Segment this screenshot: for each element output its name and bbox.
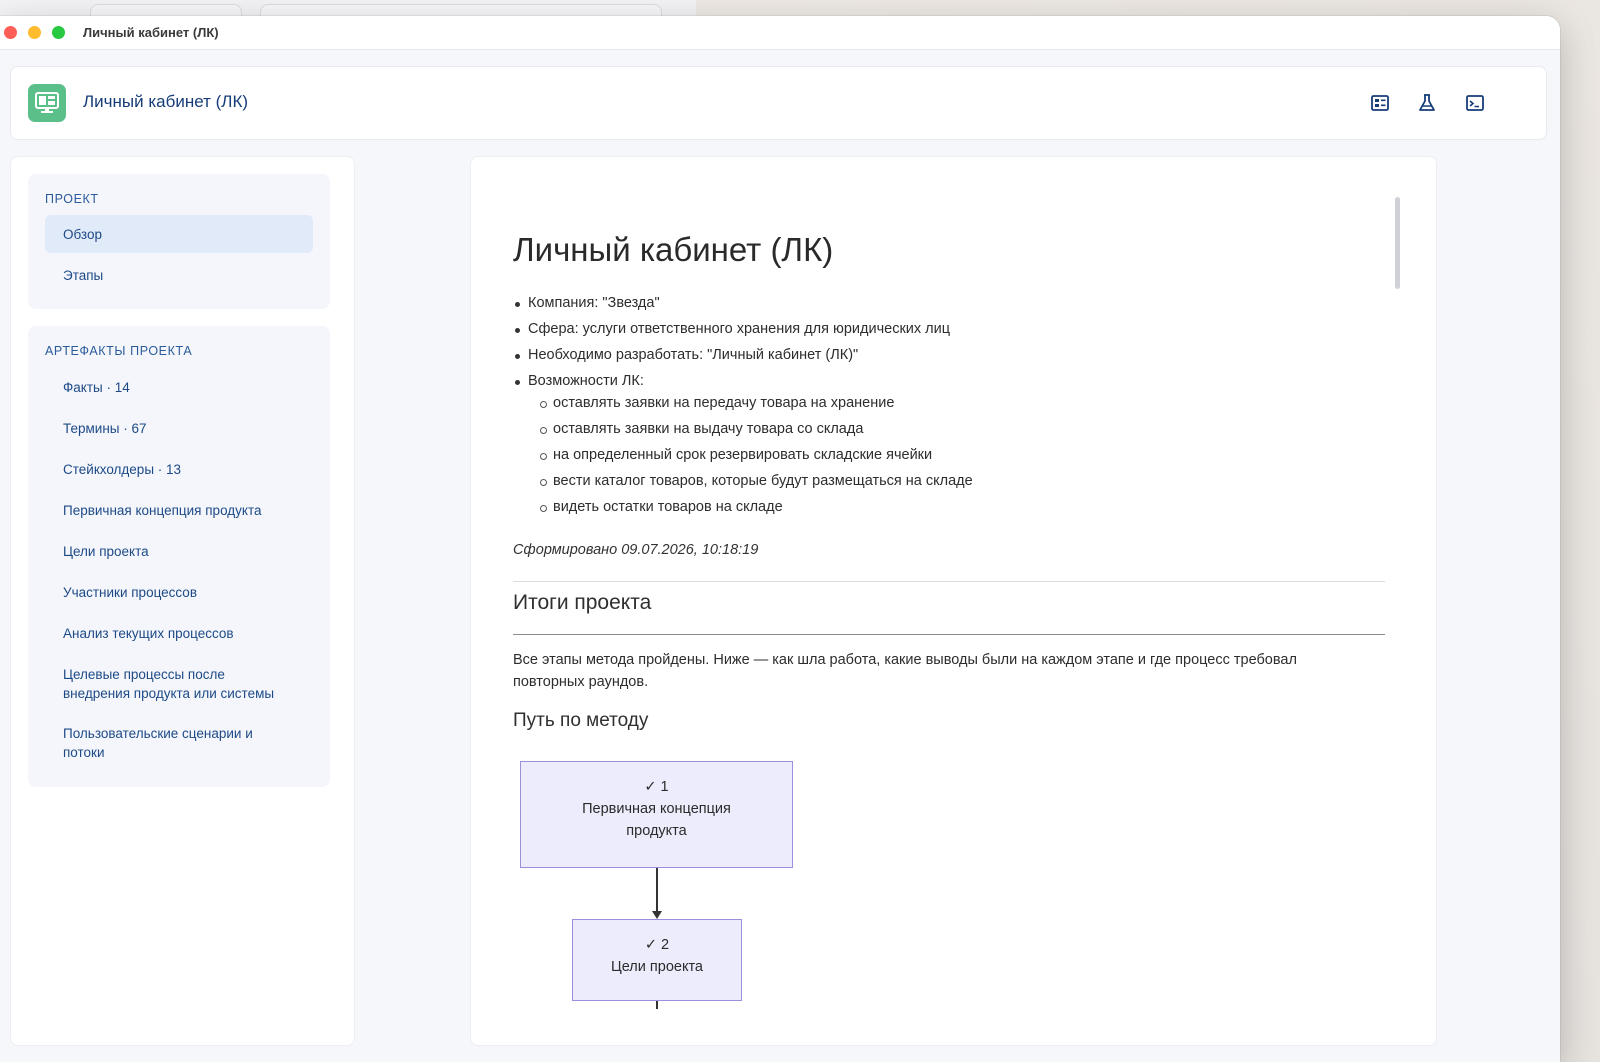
sub-list-item: оставлять заявки на передачу товара на х… — [540, 395, 894, 411]
artifacts-nav-group: АРТЕФАКТЫ ПРОЕКТА Факты · 14 Термины · 6… — [28, 326, 330, 787]
sidebar-item-label: Целевые процессы после внедрения продукт… — [63, 667, 275, 701]
sidebar-item-label: Обзор — [63, 227, 102, 242]
sidebar-item-label: Термины · 67 — [63, 421, 147, 436]
flow-step-number: ✓ 1 — [644, 779, 669, 795]
flow-arrow — [656, 1001, 658, 1009]
app-title: Личный кабинет (ЛК) — [83, 92, 249, 111]
flow-step-label: Цели проекта — [611, 959, 703, 975]
list-item: Сфера: услуги ответственного хранения дл… — [515, 321, 950, 337]
sidebar-item-label: Факты · 14 — [63, 380, 130, 395]
app-logo-icon — [28, 84, 66, 122]
zoom-window-button[interactable] — [52, 26, 65, 39]
sidebar-item-label: Этапы — [63, 268, 104, 283]
flow-step-label: Первичная концепция — [582, 801, 731, 817]
sub-list-item: видеть остатки товаров на складе — [540, 499, 783, 515]
document-title: Личный кабинет (ЛК) — [513, 231, 834, 268]
list-item: Необходимо разработать: "Личный кабинет … — [515, 347, 858, 363]
flow-step-label: продукта — [626, 823, 687, 839]
project-group-label: ПРОЕКТ — [45, 192, 99, 206]
flask-icon[interactable] — [1417, 93, 1437, 113]
sidebar-item-label: Стейкхолдеры · 13 — [63, 462, 182, 477]
minimize-window-button[interactable] — [28, 26, 41, 39]
flow-step-2: ✓ 2 Цели проекта — [572, 919, 742, 1001]
flow-step-1: ✓ 1 Первичная концепция продукта — [520, 761, 793, 868]
sub-list-item: оставлять заявки на выдачу товара со скл… — [540, 421, 863, 437]
app-window: Личный кабинет (ЛК) Личный кабинет (ЛК) — [0, 16, 1560, 1062]
flow-arrow-head — [652, 911, 662, 919]
sidebar-item-label: Цели проекта — [63, 544, 149, 559]
list-item: Возможности ЛК: — [515, 373, 644, 389]
divider — [513, 581, 1385, 582]
sidebar-item-label: Анализ текущих процессов — [63, 626, 234, 641]
sidebar-item-overview[interactable]: Обзор — [45, 215, 313, 253]
flow-arrow — [656, 868, 658, 912]
terminal-icon[interactable] — [1465, 93, 1485, 113]
sub-list-item: на определенный срок резервировать склад… — [540, 447, 932, 463]
document-panel: Личный кабинет (ЛК) Компания: "Звезда" С… — [470, 156, 1437, 1046]
app-header: Личный кабинет (ЛК) — [10, 66, 1547, 140]
sidebar-item-label: Участники процессов — [63, 585, 197, 600]
path-heading: Путь по методу — [513, 710, 649, 731]
close-window-button[interactable] — [4, 26, 17, 39]
window-title: Личный кабинет (ЛК) — [83, 25, 219, 40]
sidebar-item-label: Пользовательские сценарии и потоки — [63, 726, 253, 760]
list-item: Компания: "Звезда" — [515, 295, 660, 311]
title-bar: Личный кабинет (ЛК) — [0, 16, 1560, 50]
sub-list-item: вести каталог товаров, которые будут раз… — [540, 473, 973, 489]
sidebar-item-label: Первичная концепция продукта — [63, 503, 262, 518]
heading-underline — [513, 634, 1385, 635]
flow-step-number: ✓ 2 — [644, 937, 670, 953]
generated-timestamp: Сформировано 09.07.2026, 10:18:19 — [513, 542, 759, 558]
sidebar: ПРОЕКТ Обзор Этапы АРТЕФАКТЫ ПРОЕКТА Фак… — [10, 156, 355, 1046]
dashboard-icon[interactable] — [1370, 93, 1390, 113]
scrollbar-thumb[interactable] — [1395, 197, 1400, 289]
project-nav-group: ПРОЕКТ Обзор Этапы — [28, 174, 330, 309]
results-heading: Итоги проекта — [513, 591, 652, 614]
results-text: Все этапы метода пройдены. Ниже — как шл… — [513, 652, 1297, 690]
artifacts-group-label: АРТЕФАКТЫ ПРОЕКТА — [45, 344, 193, 358]
